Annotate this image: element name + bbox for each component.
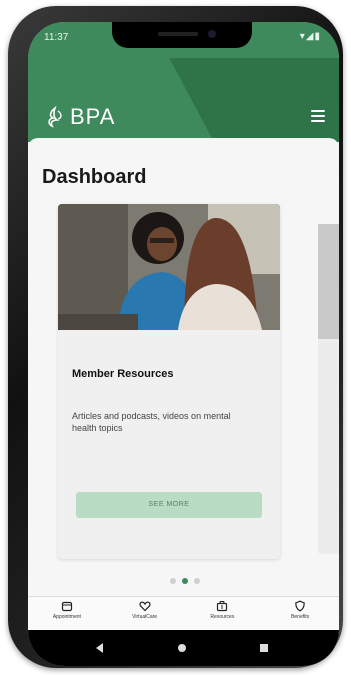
dashboard-content[interactable]: Dashboard Member Resources Articles and …: [28, 138, 339, 598]
carousel-pager: [170, 578, 200, 584]
briefcase-icon: [217, 601, 228, 612]
tab-label: VirtualCare: [132, 614, 158, 620]
phone-bezel: 11:37 ▾◢▮ BPA Dashboard Member Resources…: [28, 22, 339, 666]
next-card-photo: [318, 224, 339, 339]
card-photo-image: [58, 204, 280, 330]
camera-icon: [208, 30, 216, 38]
phone-frame: 11:37 ▾◢▮ BPA Dashboard Member Resources…: [8, 6, 343, 668]
tab-label: Appointment: [52, 614, 81, 620]
android-nav-bar: [28, 630, 339, 666]
camera-notch: [112, 22, 252, 48]
hamburger-icon[interactable]: [311, 110, 325, 122]
tab-virtualcare[interactable]: VirtualCare: [106, 597, 184, 631]
app-header: BPA: [28, 58, 339, 142]
back-icon[interactable]: [96, 643, 103, 653]
card-title: Member Resources: [72, 368, 174, 380]
tab-resources[interactable]: Resources: [184, 597, 262, 631]
bottom-tab-bar: Appointment VirtualCare Resources Benefi…: [28, 596, 339, 631]
bpa-logo[interactable]: BPA: [44, 104, 115, 130]
pager-dot[interactable]: [170, 578, 176, 584]
see-more-button[interactable]: SEE MORE: [76, 492, 262, 518]
calendar-icon: [61, 601, 72, 612]
next-card-peek[interactable]: [318, 224, 339, 554]
speaker-grille: [158, 32, 198, 36]
pager-dot[interactable]: [194, 578, 200, 584]
home-icon[interactable]: [178, 644, 186, 652]
card-photo: [58, 204, 280, 330]
header-diagonal-shade: [148, 58, 339, 142]
status-bar: 11:37 ▾◢▮: [28, 22, 339, 58]
status-time: 11:37: [44, 32, 69, 43]
card-description: Articles and podcasts, videos on mental …: [72, 411, 231, 433]
pager-dot-active[interactable]: [182, 578, 188, 584]
logo-text: BPA: [70, 104, 116, 129]
tab-benefits[interactable]: Benefits: [261, 597, 339, 631]
heart-icon: [139, 601, 151, 612]
app-screen: 11:37 ▾◢▮ BPA Dashboard Member Resources…: [28, 22, 339, 666]
recent-apps-icon[interactable]: [260, 644, 268, 652]
member-resources-card[interactable]: Member Resources Articles and podcasts, …: [58, 204, 280, 559]
page-title: Dashboard: [42, 166, 147, 188]
tab-label: Benefits: [291, 614, 310, 620]
shield-icon: [295, 600, 305, 612]
tab-label: Resources: [210, 614, 235, 620]
status-icons: ▾◢▮: [299, 31, 321, 42]
bpa-logo-icon: [48, 106, 62, 128]
tab-appointment[interactable]: Appointment: [28, 597, 106, 631]
